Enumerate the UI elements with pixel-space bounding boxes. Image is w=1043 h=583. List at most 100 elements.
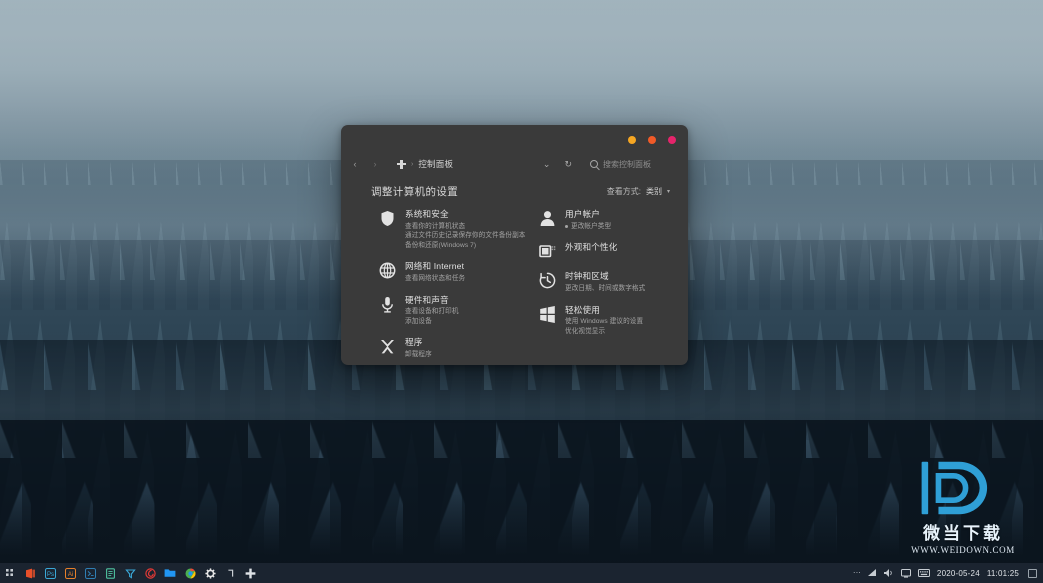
taskbar-time: 11:01:25 [986,568,1019,578]
category-title[interactable]: 程序 [405,337,432,348]
ease-of-access-icon [539,305,556,323]
category-body: 网络和 Internet 查看网络状态和任务 [405,261,465,283]
desktop: ‹ › › 控制面板 ⌄ ↻ 搜索控制面板 调整计算机的设置 查看方式: 类别 … [0,0,1043,583]
category-body: 系统和安全查看你的计算机状态 通过文件历史记录保存你的文件备份副本 备份和还原(Wi… [405,209,526,250]
taskbar-clock[interactable]: 2020-05-24 11:01:25 [937,569,1019,578]
window-controls [628,136,676,144]
globe-icon [379,262,396,279]
category-title[interactable]: 网络和 Internet [405,261,465,272]
category-grid: 系统和安全查看你的计算机状态 通过文件历史记录保存你的文件备份副本 备份和还原(Wi… [379,209,672,358]
taskbar-item-illustrator[interactable]: Ai [60,563,80,583]
category-title[interactable]: 轻松使用 [565,305,643,316]
view-by-control[interactable]: 查看方式: 类别 ▾ [607,186,670,197]
taskbar-item-notes[interactable] [100,563,120,583]
category-links: 查看你的计算机状态 通过文件历史记录保存你的文件备份副本 备份和还原(Windows… [405,222,526,251]
tray-overflow-icon[interactable]: ··· [853,569,861,577]
taskbar-item-settings[interactable] [200,563,220,583]
user-icon [539,210,556,227]
category-links: 查看网络状态和任务 [405,274,465,284]
refresh-icon[interactable]: ↻ [564,159,572,169]
category-title[interactable]: 系统和安全 [405,209,526,220]
taskbar-item-office[interactable] [20,563,40,583]
page-header: 调整计算机的设置 查看方式: 类别 ▾ [371,180,670,202]
category-link[interactable]: 查看设备和打印机 [405,307,459,317]
minimize-button[interactable] [628,136,636,144]
category-links: 查看设备和打印机 添加设备 [405,307,459,326]
category-link[interactable]: 更改帐户类型 [565,222,611,232]
category-link[interactable]: 添加设备 [405,317,459,327]
category-links: 更改日期、时间或数字格式 [565,284,645,294]
appearance-icon [539,243,556,260]
control-panel-window[interactable]: ‹ › › 控制面板 ⌄ ↻ 搜索控制面板 调整计算机的设置 查看方式: 类别 … [341,125,688,365]
category-link[interactable]: 查看网络状态和任务 [405,274,465,284]
category-link[interactable]: 通过文件历史记录保存你的文件备份副本 [405,231,526,241]
svg-text:Ps: Ps [46,572,53,578]
control-panel-icon [397,159,406,169]
category-link-label: 更改帐户类型 [571,222,612,230]
category-body: 外观和个性化 [565,242,617,255]
category-links: 使用 Windows 建议的设置 优化视觉显示 [565,317,643,336]
category-column-left: 系统和安全查看你的计算机状态 通过文件历史记录保存你的文件备份副本 备份和还原(Wi… [379,209,531,365]
category-link[interactable]: 更改日期、时间或数字格式 [565,284,645,294]
maximize-button[interactable] [648,136,656,144]
view-by-value[interactable]: 类别 [646,186,662,197]
bullet-icon [565,224,568,228]
category-item[interactable]: 程序 卸载程序 [379,337,531,359]
taskbar-item-photoshop[interactable]: Ps [40,563,60,583]
chevron-down-icon[interactable]: ▾ [667,188,670,195]
tray-network-icon[interactable] [867,569,877,577]
category-link[interactable]: 备份和还原(Windows 7) [405,241,526,251]
category-links: 更改帐户类型 [565,222,611,232]
category-item[interactable]: 系统和安全查看你的计算机状态 通过文件历史记录保存你的文件备份副本 备份和还原(Wi… [379,209,531,250]
taskbar[interactable]: Ps Ai ··· 2020-05-24 11:01:25 [0,563,1043,583]
start-grid-icon[interactable] [0,563,20,583]
category-item[interactable]: 硬件和声音 查看设备和打印机 添加设备 [379,295,531,327]
category-item[interactable]: 时钟和区域更改日期、时间或数字格式 [539,271,672,293]
taskbar-item-unknown[interactable] [220,563,240,583]
search-icon [590,160,598,168]
shield-icon [379,210,396,227]
back-button[interactable]: ‹ [349,158,361,170]
microphone-icon [379,296,396,313]
svg-text:Ai: Ai [67,572,72,578]
category-title[interactable]: 用户帐户 [565,209,611,220]
system-tray: ··· 2020-05-24 11:01:25 [853,563,1043,583]
view-by-label: 查看方式: [606,186,641,196]
close-button[interactable] [668,136,676,144]
taskbar-item-terminal[interactable] [80,563,100,583]
show-desktop-button[interactable] [1028,568,1037,578]
category-link[interactable]: 使用 Windows 建议的设置 [565,317,643,327]
taskbar-item-explorer[interactable] [160,563,180,583]
clock-icon [539,272,556,289]
taskbar-item-thunder[interactable] [140,563,160,583]
navigation-arrows: ‹ › [349,158,381,170]
chevron-down-icon[interactable]: ⌄ [543,159,551,169]
tray-volume-icon[interactable] [883,569,894,577]
search-placeholder: 搜索控制面板 [603,159,651,169]
category-item[interactable]: 网络和 Internet 查看网络状态和任务 [379,261,531,283]
page-title: 调整计算机的设置 [371,185,459,198]
category-body: 轻松使用 使用 Windows 建议的设置 优化视觉显示 [565,305,643,337]
search-input[interactable]: 搜索控制面板 [590,159,678,170]
tray-display-icon[interactable] [900,568,911,578]
taskbar-item-clipper[interactable] [120,563,140,583]
taskbar-item-chrome[interactable] [180,563,200,583]
tray-keyboard-icon[interactable] [917,569,930,577]
category-title[interactable]: 硬件和声音 [405,295,459,306]
forward-button[interactable]: › [369,158,381,170]
category-item[interactable]: 用户帐户更改帐户类型 [539,209,672,231]
category-link[interactable]: 查看你的计算机状态 [405,222,526,232]
category-item[interactable]: 轻松使用 使用 Windows 建议的设置 优化视觉显示 [539,305,672,337]
category-title[interactable]: 时钟和区域 [565,271,645,282]
category-item[interactable]: 外观和个性化 [539,242,672,260]
taskbar-item-controlpanel[interactable] [240,563,260,583]
category-title[interactable]: 外观和个性化 [565,242,617,253]
breadcrumb[interactable]: › 控制面板 [397,158,453,170]
category-link[interactable]: 卸载程序 [405,350,432,360]
category-link[interactable]: 优化视觉显示 [565,327,643,337]
category-links: 卸载程序 [405,350,432,360]
taskbar-items: Ps Ai [0,563,260,583]
breadcrumb-current[interactable]: 控制面板 [418,158,453,170]
category-column-right: 用户帐户 更改帐户类型 外观和个性化 时钟和区域 更改日期、时间或数字格式 轻松使用 使用 … [539,209,672,365]
category-body: 时钟和区域更改日期、时间或数字格式 [565,271,645,293]
